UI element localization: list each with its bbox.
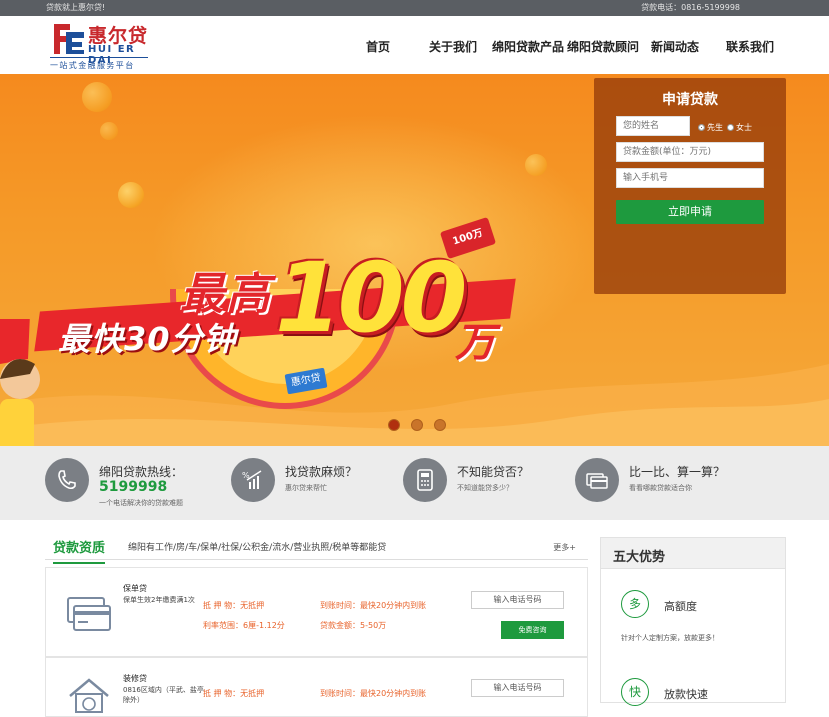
advantages-header: 五大优势 — [601, 538, 785, 569]
products-section: 贷款资质 绵阳有工作/房/车/保单/社保/公积金/流水/营业执照/税单等都能贷 … — [45, 530, 588, 717]
product-card: 保单贷 保单生效2年缴费满1次 抵 押 物：无抵押 利率范围：6厘-1.12分 … — [45, 567, 588, 657]
hotline-sub: 一个电话解决你的贷款难题 — [99, 499, 183, 507]
apply-form-title: 申请贷款 — [662, 92, 718, 108]
carousel-dot[interactable] — [411, 419, 423, 431]
compare-icon — [575, 458, 619, 502]
logo[interactable]: 惠尔贷 HUI ER DAI 一站式金融服务平台 — [48, 20, 158, 72]
eligibility-title: 不知能贷否？ — [457, 465, 530, 479]
amount-label: 贷款金额： — [320, 621, 360, 630]
banner-headline-unit: 万 — [455, 320, 495, 366]
time-value: 最快20分钟内到账 — [360, 689, 427, 698]
coin-icon — [118, 182, 144, 208]
gender-male-radio[interactable]: 先生 — [698, 122, 723, 133]
hotline-title: 绵阳贷款热线： — [99, 465, 184, 479]
info-bar: 绵阳贷款热线： 5199998 一个电话解决你的贷款难题 % 找贷款麻烦？ 惠尔… — [0, 446, 829, 520]
hotline-text: 贷款电话：0816-5199998 — [641, 3, 740, 12]
apply-submit-button[interactable]: 立即申请 — [616, 200, 764, 224]
phone-input[interactable] — [616, 168, 764, 188]
product-desc: 保单生效2年缴费满1次 — [123, 596, 195, 604]
phone-icon — [45, 458, 89, 502]
rate-value: 6厘-1.12分 — [243, 621, 285, 630]
coin-icon — [82, 82, 112, 112]
hero-banner[interactable]: 最高 最快30分钟 100 万 100万 惠尔贷 申请贷款 先生 女士 立即申请 — [0, 74, 829, 446]
rate-info: 利率范围：6厘-1.12分 — [203, 620, 285, 631]
apply-loan-form: 申请贷款 先生 女士 立即申请 — [594, 78, 786, 294]
rate-label: 利率范围： — [203, 621, 243, 630]
advantages-panel: 五大优势 多 高额度 针对个人定制方案，放款更多！ 快 放款快速 — [600, 537, 786, 706]
banner-headline-number: 100 — [275, 242, 467, 354]
find-loan-sub: 惠尔贷来帮忙 — [285, 484, 327, 492]
more-link[interactable]: 更多+ — [553, 542, 576, 553]
eligibility-sub: 不知道能贷多少？ — [457, 484, 513, 492]
chart-icon: % — [231, 458, 275, 502]
advantage-desc: 针对个人定制方案，放款更多！ — [621, 634, 719, 642]
header: 惠尔贷 HUI ER DAI 一站式金融服务平台 首页 关于我们 绵阳贷款产品 … — [0, 16, 829, 74]
nav-advisors[interactable]: 绵阳贷款顾问 — [567, 38, 639, 55]
calculator-icon — [403, 458, 447, 502]
free-consult-button[interactable]: 免费咨询 — [501, 621, 564, 639]
banner-headline-fast: 最快30分钟 — [58, 320, 237, 358]
advantage-name: 高额度 — [664, 600, 697, 613]
amount-info: 贷款金额：5-50万 — [320, 620, 386, 631]
mascot-illustration — [0, 319, 40, 446]
collateral-value: 无抵押 — [240, 601, 265, 610]
time-info: 到账时间：最快20分钟内到账 — [320, 600, 426, 611]
hotline-number: 5199998 — [99, 479, 168, 495]
advantages-title: 五大优势 — [613, 550, 666, 565]
nav-contact[interactable]: 联系我们 — [726, 38, 774, 55]
time-label: 到账时间： — [320, 601, 360, 610]
banner-wave — [0, 364, 829, 446]
radio-icon — [727, 124, 734, 131]
nav-about[interactable]: 关于我们 — [429, 38, 477, 55]
house-icon — [69, 678, 109, 713]
find-loan-title: 找贷款麻烦？ — [285, 465, 358, 479]
carousel-dot[interactable] — [434, 419, 446, 431]
amount-value: 5-50万 — [360, 621, 387, 630]
collateral-value: 无抵押 — [240, 689, 265, 698]
logo-mark-icon — [54, 24, 84, 54]
product-card: 装修贷 0816区域内（平武、盐亭除外） 抵 押 物：无抵押 到账时间：最快20… — [45, 657, 588, 717]
radio-icon — [698, 124, 705, 131]
product-phone-input[interactable]: 输入电话号码 — [471, 679, 564, 697]
advantage-name: 放款快速 — [664, 688, 708, 701]
product-phone-input[interactable]: 输入电话号码 — [471, 591, 564, 609]
time-info: 到账时间：最快20分钟内到账 — [320, 688, 426, 699]
products-subtitle: 绵阳有工作/房/车/保单/社保/公积金/流水/营业执照/税单等都能贷 — [128, 543, 387, 553]
name-input[interactable] — [616, 116, 690, 136]
logo-slogan: 一站式金融服务平台 — [50, 61, 135, 70]
compare-title: 比一比、算一算？ — [629, 465, 726, 479]
carousel-dot[interactable] — [388, 419, 400, 431]
collateral-info: 抵 押 物：无抵押 — [203, 688, 264, 699]
coin-icon — [525, 154, 547, 176]
compare-sub: 看看哪款贷款适合你 — [629, 484, 692, 492]
nav-news[interactable]: 新闻动态 — [651, 38, 699, 55]
product-name: 装修贷 — [123, 674, 147, 683]
advantage-icon: 快 — [621, 678, 649, 706]
product-name: 保单贷 — [123, 584, 147, 593]
collateral-info: 抵 押 物：无抵押 — [203, 600, 264, 611]
collateral-label: 抵 押 物： — [203, 601, 241, 610]
tab-qualification[interactable]: 贷款资质 — [53, 537, 106, 564]
amount-input[interactable] — [616, 142, 764, 162]
gender-female-label: 女士 — [736, 123, 752, 132]
credit-card-icon — [67, 597, 111, 631]
welcome-text: 贷款就上惠尔贷! — [46, 3, 106, 12]
banner-headline-max: 最高 — [180, 269, 272, 320]
time-value: 最快20分钟内到账 — [360, 601, 427, 610]
nav-home[interactable]: 首页 — [366, 38, 390, 55]
collateral-label: 抵 押 物： — [203, 689, 241, 698]
products-tabs: 贷款资质 绵阳有工作/房/车/保单/社保/公积金/流水/营业执照/税单等都能贷 … — [45, 530, 588, 564]
gender-male-label: 先生 — [707, 123, 723, 132]
logo-divider — [50, 57, 148, 58]
advantage-icon: 多 — [621, 590, 649, 618]
nav-products[interactable]: 绵阳贷款产品 — [492, 38, 564, 55]
product-desc: 0816区域内（平武、盐亭除外） — [123, 686, 204, 704]
coin-icon — [100, 122, 118, 140]
time-label: 到账时间： — [320, 689, 360, 698]
top-bar: 贷款就上惠尔贷! 贷款电话：0816-5199998 — [0, 0, 829, 16]
gender-female-radio[interactable]: 女士 — [727, 122, 752, 133]
